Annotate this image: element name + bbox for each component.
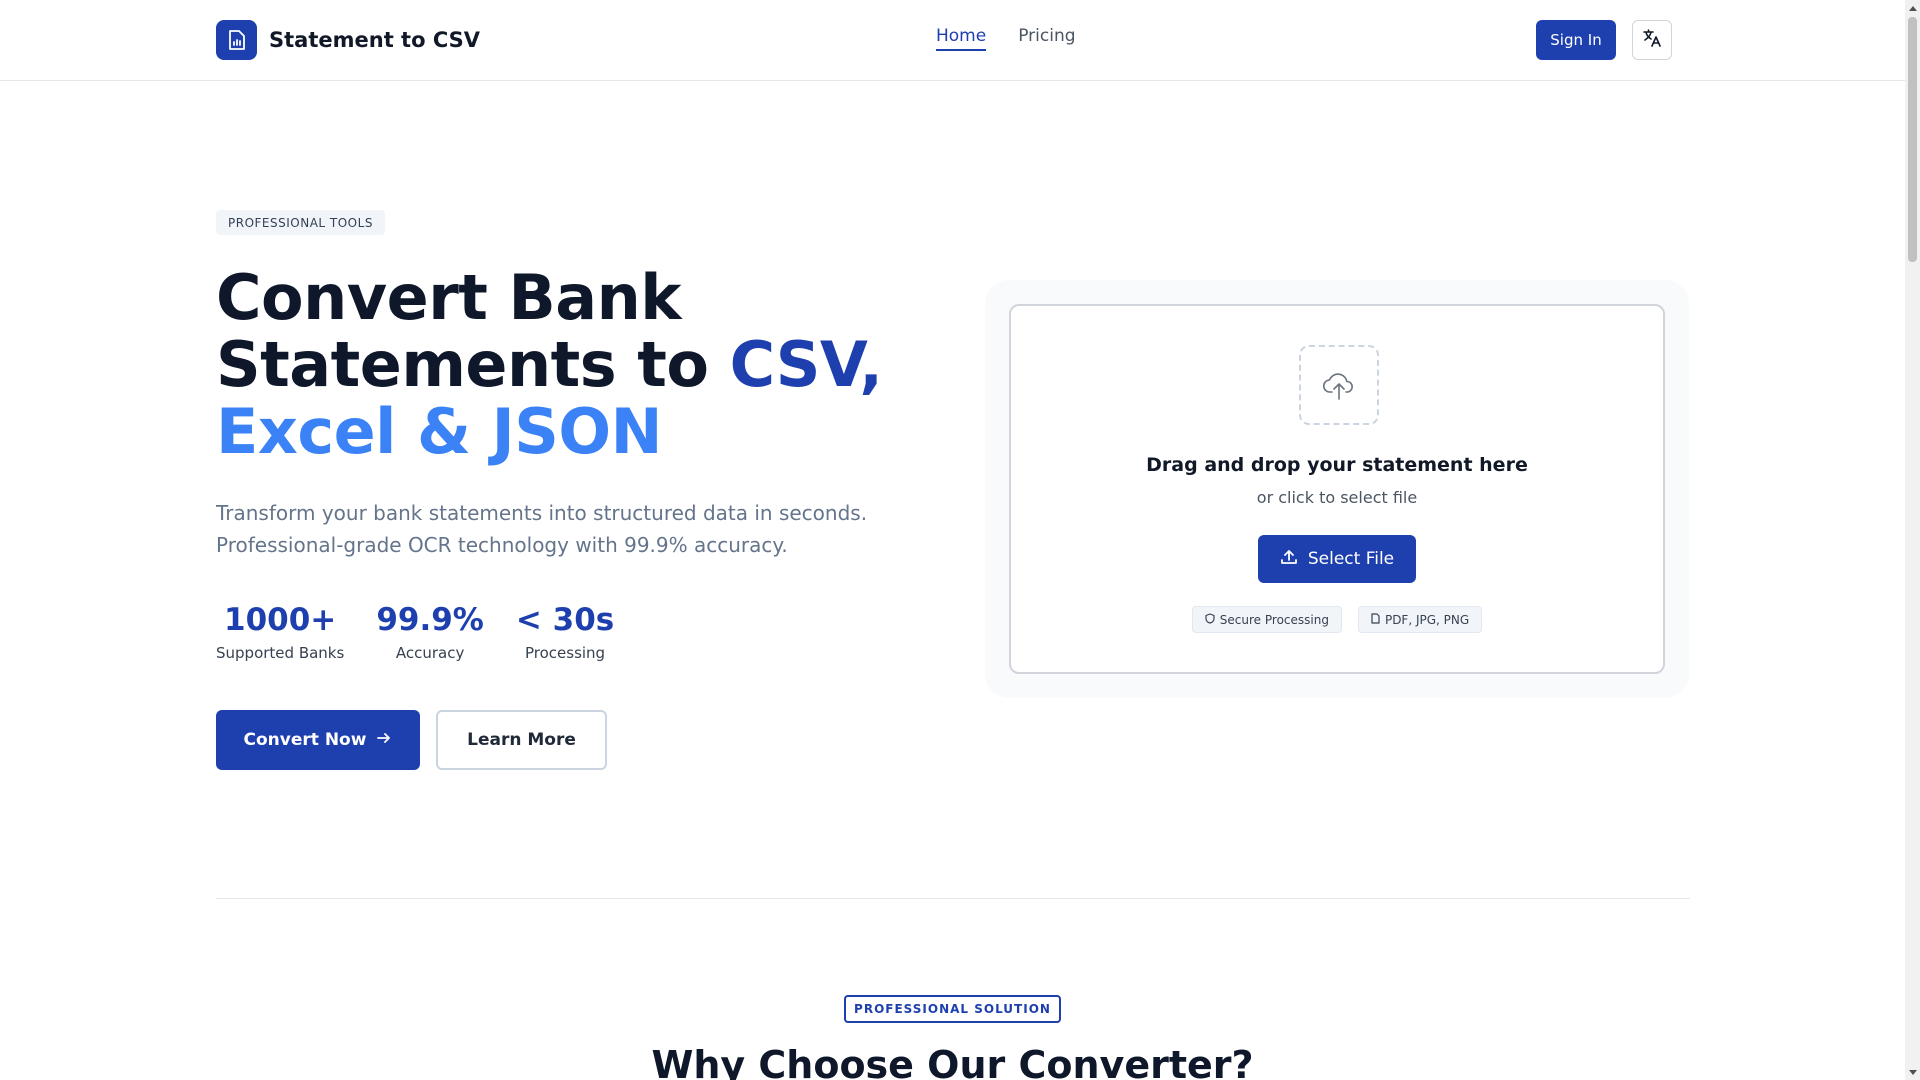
stat-label: Supported Banks (216, 644, 345, 662)
stat-label: Accuracy (395, 644, 465, 662)
hero-title-line1: Convert Bank (216, 261, 681, 334)
brand-name: Statement to CSV (269, 28, 480, 52)
chip-label: PDF, JPG, PNG (1384, 612, 1470, 627)
learn-more-button[interactable]: Learn More (436, 710, 607, 770)
upload-icon (1280, 548, 1298, 571)
hero-subtitle: Transform your bank statements into stru… (216, 501, 868, 557)
file-formats-chip: PDF, JPG, PNG (1357, 606, 1483, 633)
document-chart-icon (216, 20, 257, 60)
stat-label: Processing (524, 644, 606, 662)
page: Statement to CSV Home Pricing Sign In PR… (0, 0, 1920, 1080)
convert-now-label: Convert Now (243, 730, 367, 750)
vertical-scrollbar[interactable] (1905, 0, 1920, 1080)
upload-chips: Secure Processing PDF, JPG, PNG (1011, 606, 1663, 633)
scrollbar-thumb[interactable] (1908, 17, 1917, 262)
main-nav: Home Pricing (936, 26, 1076, 51)
hero-title: Convert Bank Statements to CSV, Excel & … (216, 264, 936, 465)
section-title: Why Choose Our Converter? (651, 1043, 1254, 1080)
select-file-label: Select File (1307, 549, 1395, 569)
hero-title-accent-formats: Excel & JSON (216, 395, 662, 468)
convert-now-button[interactable]: Convert Now (216, 710, 420, 770)
scroll-up-icon[interactable] (1905, 0, 1920, 15)
cloud-upload-icon (1299, 345, 1379, 425)
stat-accuracy: 99.9% Accuracy (376, 600, 484, 662)
upload-title: Drag and drop your statement here (1146, 454, 1528, 476)
nav-home-link[interactable]: Home (936, 26, 987, 51)
stat-value: < 30s (515, 602, 615, 638)
upload-subtitle: or click to select file (1256, 488, 1418, 507)
brand-logo[interactable]: Statement to CSV (216, 20, 480, 60)
upload-card: Drag and drop your statement here or cli… (985, 280, 1689, 698)
stat-value: 99.9% (376, 602, 484, 638)
hero-title-line2: Statements to (216, 328, 730, 401)
select-file-button[interactable]: Select File (1258, 535, 1416, 583)
arrow-right-icon (376, 730, 392, 751)
stat-processing: < 30s Processing (516, 600, 614, 662)
section-tag: PROFESSIONAL SOLUTION (844, 995, 1061, 1023)
section-divider (216, 898, 1690, 899)
secure-processing-chip: Secure Processing (1191, 606, 1342, 633)
translate-icon (1642, 28, 1662, 52)
hero-title-accent-csv: CSV, (729, 328, 883, 401)
stats-row: 1000+ Supported Banks 99.9% Accuracy < 3… (216, 600, 614, 662)
stat-value: 1000+ (224, 602, 337, 638)
file-icon (1371, 612, 1380, 627)
language-button[interactable] (1632, 20, 1672, 60)
shield-icon (1205, 612, 1215, 627)
nav-pricing-link[interactable]: Pricing (1018, 26, 1075, 51)
stat-banks: 1000+ Supported Banks (216, 600, 344, 662)
chip-label: Secure Processing (1219, 612, 1329, 627)
sign-in-button[interactable]: Sign In (1536, 20, 1616, 60)
scroll-down-icon[interactable] (1905, 1065, 1920, 1080)
upload-dropzone[interactable]: Drag and drop your statement here or cli… (1009, 304, 1665, 674)
site-header: Statement to CSV Home Pricing Sign In (0, 0, 1905, 81)
hero-tag: PROFESSIONAL TOOLS (216, 210, 385, 235)
